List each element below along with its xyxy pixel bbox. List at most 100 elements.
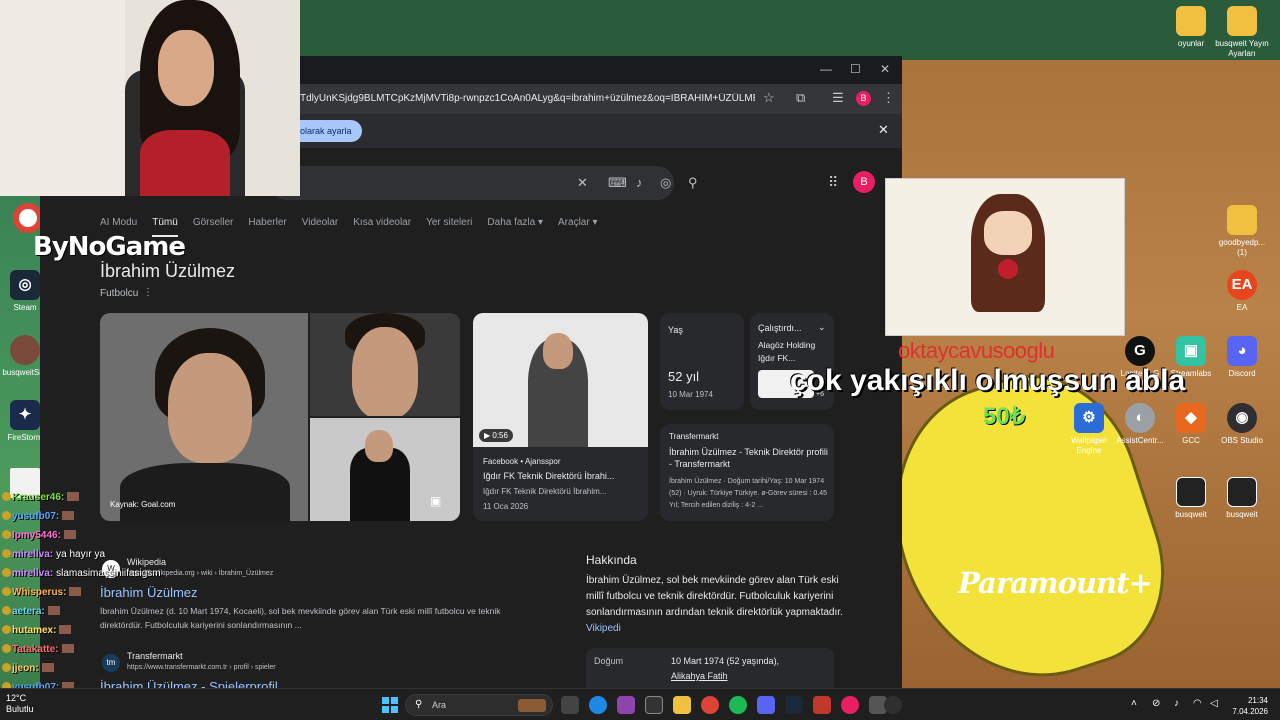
reading-list-icon[interactable]: ☰ xyxy=(832,90,844,106)
coached-team-2: Iğdır FK... xyxy=(758,353,796,363)
tab-short-videos[interactable]: Kısa videolar xyxy=(353,217,411,237)
search-icon[interactable]: ⚲ xyxy=(688,175,698,191)
maximize-icon[interactable]: ☐ xyxy=(850,62,861,76)
discord-taskbar-icon[interactable] xyxy=(757,696,775,714)
desktop-icon-ea[interactable]: EA EA xyxy=(1214,270,1270,313)
image-gallery-icon[interactable]: ▣ xyxy=(430,494,441,508)
chat-message: Ipmy5446: xyxy=(2,530,76,541)
desktop-icon-discord[interactable]: ◕ Discord xyxy=(1214,336,1270,379)
desktop-icon-label: Steam xyxy=(13,303,37,312)
chat-username: Ipmy5446: xyxy=(12,530,61,541)
steam-taskbar-icon[interactable] xyxy=(785,696,803,714)
wifi-icon[interactable]: ◠ xyxy=(1193,698,1202,709)
chat-message: jjeon: xyxy=(2,663,54,674)
tab-tools[interactable]: Araçlar ▾ xyxy=(558,217,597,237)
close-icon[interactable]: ✕ xyxy=(878,122,889,138)
search-icon: ⚲ xyxy=(415,699,423,710)
tab-images[interactable]: Görseller xyxy=(193,217,234,237)
taskbar-search[interactable]: ⚲ Ara xyxy=(405,694,553,716)
entity-photo-3[interactable]: ▣ xyxy=(310,418,460,521)
chrome-taskbar-icon[interactable] xyxy=(701,696,719,714)
desktop-icon-goodbyedp[interactable]: goodbyedp... (1) xyxy=(1214,205,1270,258)
edge-icon[interactable] xyxy=(589,696,607,714)
chat-message: Krauser46: xyxy=(2,492,80,503)
wikipedia-link[interactable]: Vikipedi xyxy=(586,623,621,634)
chat-username: jjeon: xyxy=(12,663,39,674)
chevron-down-icon[interactable]: ⌄ xyxy=(818,322,826,333)
card-title: İbrahim Üzülmez - Teknik Direktör profil… xyxy=(669,447,828,469)
desktop-icon-screenshot-1[interactable]: busqweit xyxy=(1163,477,1219,520)
tab-videos[interactable]: Videolar xyxy=(302,217,339,237)
file-explorer-icon[interactable] xyxy=(673,696,691,714)
tab-more[interactable]: Daha fazla ▾ xyxy=(487,217,543,237)
desktop-icon-obs[interactable]: ◉ OBS Studio xyxy=(1214,403,1270,446)
chat-badge-icon xyxy=(2,549,11,558)
clock[interactable]: 21:34 7.04.2026 xyxy=(1228,695,1268,717)
taskbar-search-label: Ara xyxy=(432,700,447,710)
entity-main-photo[interactable] xyxy=(100,313,308,521)
video-source: Facebook • Ajansspor xyxy=(483,457,561,466)
age-card[interactable]: Yaş 52 yıl 10 Mar 1974 xyxy=(660,313,744,410)
coached-team-1: Alagöz Holding xyxy=(758,340,816,350)
chat-emote-icon xyxy=(41,663,54,672)
task-view-icon[interactable] xyxy=(561,696,579,714)
profile-avatar[interactable]: B xyxy=(856,91,871,106)
minimize-icon[interactable]: — xyxy=(820,62,832,76)
card-snippet: İbrahim Üzülmez · Doğum tarihi/Yaş: 10 M… xyxy=(669,478,828,509)
transfermarkt-card[interactable]: Transfermarkt İbrahim Üzülmez - Teknik D… xyxy=(660,424,834,521)
copilot-icon[interactable] xyxy=(617,696,635,714)
chat-text: ya hayır ya xyxy=(56,549,106,560)
address-bar[interactable]: TdlyUnKSjdg9BLMTCpKzMjMVTi8p-rwnpzc1CoAn… xyxy=(300,93,755,104)
taskbar: 12°C Bulutlu ⚲ Ara ˄ ⊘ ♪ ◠ ◁ 21:34 7.04.… xyxy=(0,688,1280,720)
desktop-icon-wallpaper-engine[interactable]: ⚙ Wallpaper Engine xyxy=(1061,403,1117,456)
more-options-icon[interactable]: ⋮ xyxy=(143,287,153,298)
volume-icon[interactable]: ◁ xyxy=(1210,698,1218,709)
microphone-icon[interactable]: ♪ xyxy=(636,175,643,190)
close-window-icon[interactable]: ✕ xyxy=(880,62,890,76)
desktop-icon-label: oyunlar xyxy=(1177,39,1205,48)
desktop-icon-gcc[interactable]: ◆ GCC xyxy=(1163,403,1219,446)
entity-photo-2[interactable] xyxy=(310,313,460,416)
lens-icon[interactable]: ◎ xyxy=(660,175,671,191)
entity-title: İbrahim Üzülmez xyxy=(100,261,236,281)
extensions-icon[interactable]: ⧉ xyxy=(796,90,805,106)
apps-grid-icon[interactable]: ⠿ xyxy=(828,174,838,191)
chat-username: Tatakatte: xyxy=(12,644,59,655)
entity-subtitle: Futbolcu xyxy=(100,288,139,299)
network-icon[interactable]: ⊘ xyxy=(1152,698,1160,709)
set-default-button[interactable]: olarak ayarla xyxy=(290,120,362,142)
start-button[interactable] xyxy=(382,697,398,713)
bookmark-star-icon[interactable]: ☆ xyxy=(763,90,775,106)
tab-places[interactable]: Yer siteleri xyxy=(426,217,472,237)
keyboard-icon[interactable]: ⌨ xyxy=(608,175,627,191)
desktop-icon-assistcentral[interactable]: ◐ AssistCentr... xyxy=(1112,403,1168,446)
terminal-icon[interactable] xyxy=(645,696,663,714)
video-card[interactable]: ▶ 0:56 Facebook • Ajansspor Iğdır FK Tek… xyxy=(473,313,648,521)
born-place[interactable]: Alikahya Fatih xyxy=(671,671,728,681)
obs-taskbar-icon[interactable] xyxy=(884,696,902,714)
weather-widget[interactable]: 12°C Bulutlu xyxy=(6,693,34,715)
streamer-face xyxy=(158,30,214,106)
microphone-tray-icon[interactable]: ♪ xyxy=(1174,698,1179,709)
app-icon[interactable] xyxy=(813,696,831,714)
chat-emote-icon xyxy=(61,644,74,653)
desktop-icon-yayin-ayarlari[interactable]: busqweit Yayın Ayarları xyxy=(1214,6,1270,59)
more-menu-icon[interactable]: ⋮ xyxy=(882,90,895,106)
donation-message: çok yakışıklı olmuşsun abla xyxy=(790,364,1186,397)
tray-chevron-icon[interactable]: ˄ xyxy=(1131,698,1137,709)
chat-message: mirellva: ya hayır ya xyxy=(2,549,105,560)
chat-message: hutamex: xyxy=(2,625,72,636)
app-icon[interactable] xyxy=(841,696,859,714)
chat-username: Whisperus: xyxy=(12,587,67,598)
desktop-icon-oyunlar[interactable]: oyunlar xyxy=(1163,6,1219,49)
gcc-icon: ◆ xyxy=(1176,403,1206,433)
desktop-icon-screenshot-2[interactable]: busqweit xyxy=(1214,477,1270,520)
search-input[interactable]: ✕ ⌨ ♪ ◎ ⚲ xyxy=(270,166,698,200)
chrome-icon xyxy=(13,203,43,233)
spotify-icon[interactable] xyxy=(729,696,747,714)
clear-icon[interactable]: ✕ xyxy=(577,175,588,191)
account-avatar[interactable]: B xyxy=(853,171,875,193)
chat-username: hutamex: xyxy=(12,625,57,636)
result-url[interactable]: https://www.transfermarkt.com.tr › profi… xyxy=(127,664,276,671)
tab-news[interactable]: Haberler xyxy=(248,217,286,237)
